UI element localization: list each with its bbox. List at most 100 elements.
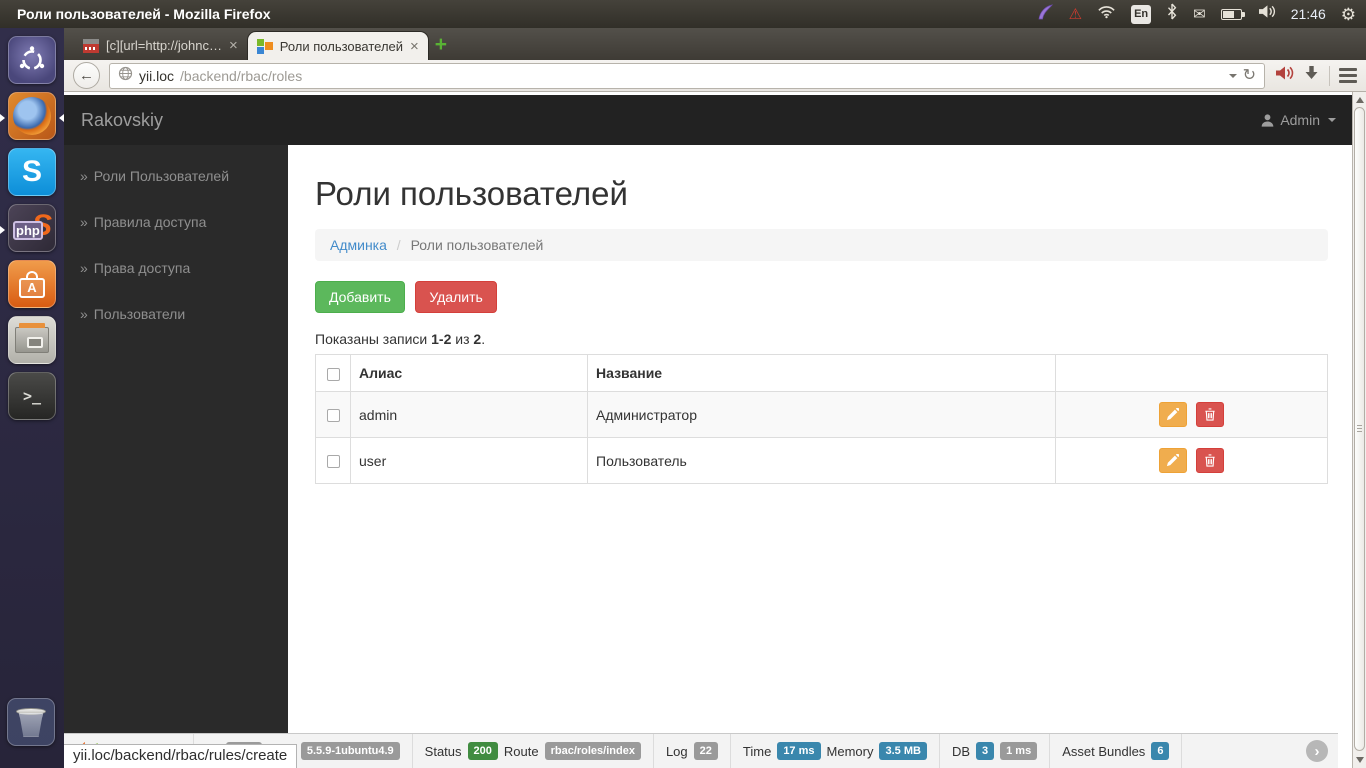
roles-table: Алиас Название admin Администратор user … bbox=[315, 354, 1328, 484]
new-tab-button[interactable]: + bbox=[435, 34, 447, 55]
delete-button[interactable]: Удалить bbox=[415, 281, 497, 313]
volume-icon[interactable] bbox=[1257, 4, 1276, 24]
running-indicator bbox=[0, 226, 5, 234]
software-center-launcher-icon[interactable]: A bbox=[8, 260, 56, 308]
toolbar-buttons: Добавить Удалить bbox=[315, 281, 1328, 313]
db-count-badge: 3 bbox=[976, 741, 995, 761]
skype-launcher-icon[interactable]: S bbox=[8, 148, 56, 196]
back-button[interactable]: ← bbox=[73, 62, 100, 89]
sidebar-item-roles[interactable]: » Роли Пользователей bbox=[64, 153, 288, 199]
tab-favicon bbox=[256, 38, 273, 54]
brand-link[interactable]: Rakovskiy bbox=[81, 110, 163, 131]
navigation-toolbar: ← yii.loc /backend/rbac/roles ↻ bbox=[64, 60, 1366, 92]
debugbar-collapse-button[interactable]: › bbox=[1306, 740, 1328, 762]
edit-row-button[interactable] bbox=[1158, 448, 1187, 473]
quill-indicator-icon[interactable] bbox=[1036, 3, 1054, 26]
caret-down-icon bbox=[1328, 118, 1336, 122]
tab-user-roles[interactable]: Роли пользователей × bbox=[246, 31, 429, 60]
sidebar-item-label: Правила доступа bbox=[93, 214, 207, 230]
site-body: » Роли Пользователей » Правила доступа » Пр… bbox=[64, 145, 1352, 733]
close-tab-icon[interactable]: × bbox=[229, 38, 238, 53]
sidebar-item-label: Пользователи bbox=[93, 306, 186, 322]
scrollbar-grip bbox=[1357, 425, 1362, 433]
close-tab-icon[interactable]: × bbox=[410, 39, 419, 54]
debug-section-request[interactable]: Status 200 Route rbac/roles/index bbox=[413, 734, 654, 768]
unity-launcher: S S php A >_ bbox=[0, 28, 64, 768]
tab-bar: [c][url=http://johnc… × Роли пользовател… bbox=[64, 28, 1366, 60]
vertical-scrollbar[interactable] bbox=[1352, 92, 1366, 768]
row-checkbox[interactable] bbox=[326, 455, 340, 469]
debug-section-assets[interactable]: Asset Bundles 6 bbox=[1050, 734, 1183, 768]
user-icon bbox=[1262, 113, 1274, 127]
system-tray: ⚠ En ✉ 21:46 ⚙ bbox=[1036, 3, 1366, 26]
table-row: admin Администратор bbox=[315, 391, 1328, 438]
route-badge: rbac/roles/index bbox=[544, 741, 641, 761]
sidebar-item-label: Роли Пользователей bbox=[93, 168, 230, 184]
tab-title: [c][url=http://johnc… bbox=[106, 38, 222, 53]
phpstorm-launcher-icon[interactable]: S php bbox=[8, 204, 56, 252]
bluetooth-icon[interactable] bbox=[1166, 3, 1178, 25]
software-center-logo: A bbox=[19, 277, 45, 298]
trash-launcher-icon[interactable] bbox=[7, 698, 55, 746]
select-all-checkbox[interactable] bbox=[326, 367, 340, 381]
sidebar-item-permissions[interactable]: » Права доступа bbox=[64, 245, 288, 291]
debug-section-db[interactable]: DB 3 1 ms bbox=[940, 734, 1051, 768]
edit-row-button[interactable] bbox=[1158, 402, 1187, 427]
link-preview-statusbar: yii.loc/backend/rbac/rules/create bbox=[64, 744, 298, 768]
sidebar-item-rules[interactable]: » Правила доступа bbox=[64, 199, 288, 245]
scroll-up-arrow[interactable] bbox=[1356, 97, 1364, 103]
debug-section-profiling[interactable]: Time 17 ms Memory 3.5 MB bbox=[731, 734, 940, 768]
archive-manager-launcher-icon[interactable] bbox=[8, 316, 56, 364]
sidebar-item-users[interactable]: » Пользователи bbox=[64, 291, 288, 337]
keyboard-layout-indicator[interactable]: En bbox=[1131, 4, 1152, 24]
row-checkbox[interactable] bbox=[326, 409, 340, 423]
trash-body bbox=[19, 712, 43, 737]
tab-bbcode-page[interactable]: [c][url=http://johnc… × bbox=[74, 31, 247, 60]
delete-row-button[interactable] bbox=[1196, 402, 1225, 427]
url-bar[interactable]: yii.loc /backend/rbac/roles ↻ bbox=[109, 62, 1265, 89]
time-badge: 17 ms bbox=[777, 741, 821, 761]
add-button[interactable]: Добавить bbox=[315, 281, 405, 313]
phpstorm-logo-php: php bbox=[13, 221, 43, 240]
status-badge: 200 bbox=[467, 741, 498, 761]
wifi-icon[interactable] bbox=[1097, 4, 1116, 24]
debug-section-log[interactable]: Log 22 bbox=[654, 734, 731, 768]
menu-icon[interactable] bbox=[1339, 68, 1357, 83]
breadcrumb-current: Роли пользователей bbox=[410, 237, 544, 253]
trash-icon bbox=[1205, 408, 1216, 421]
mail-indicator-icon[interactable]: ✉ bbox=[1193, 7, 1206, 22]
cell-alias: user bbox=[350, 437, 588, 484]
toolbar-separator bbox=[1329, 65, 1330, 86]
battery-icon[interactable] bbox=[1220, 8, 1245, 20]
user-dropdown[interactable]: Admin bbox=[1260, 112, 1336, 128]
reload-icon[interactable]: ↻ bbox=[1243, 67, 1256, 84]
drawer-icon bbox=[15, 323, 49, 353]
column-header-alias: Алиас bbox=[350, 354, 588, 392]
firefox-launcher-icon[interactable] bbox=[8, 92, 56, 140]
trash-icon bbox=[1205, 454, 1216, 467]
clock[interactable]: 21:46 bbox=[1291, 6, 1326, 22]
breadcrumb-home-link[interactable]: Админка bbox=[330, 237, 387, 253]
main-content: Роли пользователей Админка / Роли пользо… bbox=[288, 145, 1352, 733]
firefox-logo bbox=[13, 97, 51, 135]
browser-viewport: Rakovskiy Admin » Роли Пользователей » Пра… bbox=[64, 92, 1366, 768]
tab-favicon bbox=[83, 38, 99, 53]
focused-indicator bbox=[59, 114, 64, 122]
url-dropdown-icon[interactable] bbox=[1228, 73, 1237, 78]
tab-title: Роли пользователей bbox=[279, 38, 404, 54]
sound-playing-icon[interactable] bbox=[1274, 65, 1294, 86]
skype-logo: S bbox=[21, 155, 42, 188]
dash-home-button[interactable] bbox=[8, 36, 56, 84]
scrollbar-thumb[interactable] bbox=[1354, 107, 1365, 751]
downloads-icon[interactable] bbox=[1303, 65, 1320, 86]
warning-indicator-icon[interactable]: ⚠ bbox=[1069, 7, 1082, 22]
url-host: yii.loc bbox=[139, 67, 175, 84]
terminal-launcher-icon[interactable]: >_ bbox=[8, 372, 56, 420]
cell-alias: admin bbox=[350, 391, 588, 438]
site: Rakovskiy Admin » Роли Пользователей » Пра… bbox=[64, 92, 1352, 768]
session-gear-icon[interactable]: ⚙ bbox=[1341, 6, 1356, 23]
delete-row-button[interactable] bbox=[1196, 448, 1225, 473]
globe-icon bbox=[118, 66, 133, 86]
grid-summary: Показаны записи 1-2 из 2. bbox=[315, 331, 486, 347]
scroll-down-arrow[interactable] bbox=[1356, 757, 1364, 763]
